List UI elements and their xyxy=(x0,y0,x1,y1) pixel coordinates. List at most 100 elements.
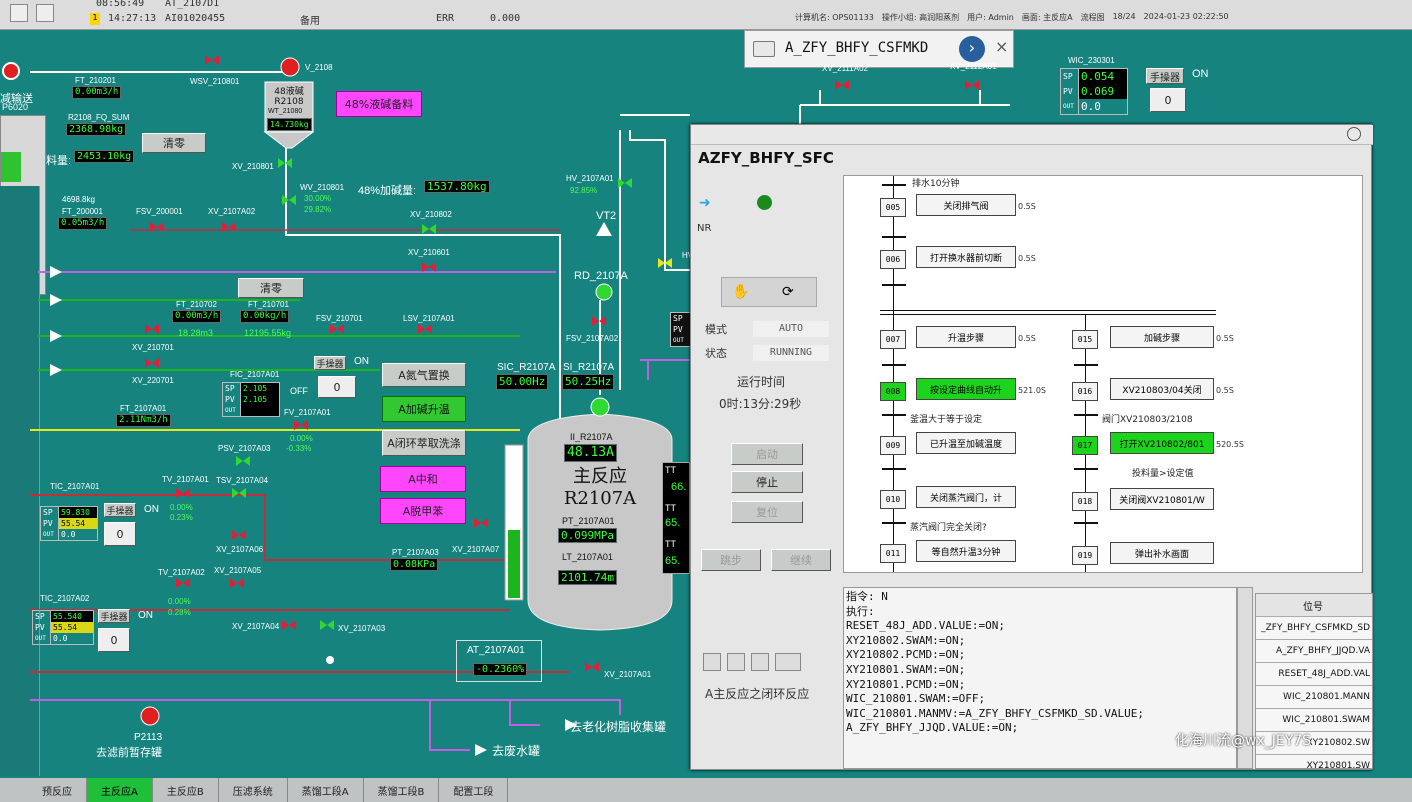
tic2-manual-input[interactable]: 0 xyxy=(98,628,130,652)
action-006[interactable]: 打开换水器前切断 xyxy=(916,246,1016,268)
reset-button[interactable]: 复位 xyxy=(731,501,803,523)
wic-manual-button[interactable]: 手操器 xyxy=(1146,68,1184,84)
step-017[interactable]: 017 xyxy=(1072,436,1098,455)
continue-button[interactable]: 继续 xyxy=(771,549,831,571)
action-016[interactable]: XV210803/04关闭 xyxy=(1110,378,1214,400)
valve-xv2111a02[interactable] xyxy=(835,80,849,90)
step-011[interactable]: 011 xyxy=(880,544,906,563)
valve-hv[interactable] xyxy=(658,258,672,268)
view-dropdown-icon[interactable] xyxy=(775,653,801,671)
fic-manual-button[interactable]: 手操器 xyxy=(314,356,346,370)
valve-xv210701[interactable] xyxy=(145,324,159,334)
valve-fsv200001[interactable] xyxy=(150,222,164,232)
alkali-heat-button[interactable]: A加碱升温 xyxy=(382,396,466,422)
tag-list-item[interactable]: XY210801.SW xyxy=(1256,755,1372,768)
tag-list-item[interactable]: _ZFY_BHFY_CSFMKD_SD xyxy=(1256,617,1372,640)
nav-tab[interactable]: 主反应A xyxy=(87,778,153,802)
step-006[interactable]: 006 xyxy=(880,250,906,269)
nav-tab[interactable]: 压滤系统 xyxy=(219,778,288,802)
valve-wv210801[interactable] xyxy=(282,195,296,205)
start-button[interactable]: 启动 xyxy=(731,443,803,465)
action-011[interactable]: 等自然升温3分钟 xyxy=(916,540,1016,562)
step-009[interactable]: 009 xyxy=(880,436,906,455)
valve-wsv210801[interactable] xyxy=(205,55,219,65)
action-009[interactable]: 已升温至加碱温度 xyxy=(916,432,1016,454)
print-icon[interactable] xyxy=(703,653,721,671)
step-019[interactable]: 019 xyxy=(1072,546,1098,565)
step-005[interactable]: 005 xyxy=(880,198,906,217)
action-018[interactable]: 关闭阀XV210801/W xyxy=(1110,488,1214,510)
trend-icon[interactable] xyxy=(727,653,745,671)
valve-lsv2107a01[interactable] xyxy=(418,324,432,334)
valve-xv210802[interactable] xyxy=(422,224,436,234)
fic2107a01-faceplate[interactable]: SP 2.105 PV 2.105 OUT xyxy=(222,382,280,417)
valve-fsv2107a02[interactable] xyxy=(592,316,606,326)
nitrogen-button[interactable]: A氮气置换 xyxy=(382,363,466,387)
valve-hv2107a01[interactable] xyxy=(618,178,632,188)
valve-xv2112a01[interactable] xyxy=(965,80,979,90)
step-015[interactable]: 015 xyxy=(1072,330,1098,349)
valve-xv210801[interactable] xyxy=(278,158,292,168)
val-pt2107a03: 0.08KPa xyxy=(390,558,439,571)
tag-list-item[interactable]: WIC_210801.MANN xyxy=(1256,686,1372,709)
clear-button-2[interactable]: 清零 xyxy=(238,278,304,298)
wic-manual-input[interactable]: 0 xyxy=(1150,88,1186,112)
step-010[interactable]: 010 xyxy=(880,490,906,509)
nav-tab[interactable]: 蒸馏工段B xyxy=(364,778,440,802)
tag-list-item[interactable]: WIC_210801.SWAM xyxy=(1256,709,1372,732)
tic2107a02-faceplate[interactable]: SP 55.540 PV 55.54 OUT 0.0 xyxy=(32,610,94,645)
action-008[interactable]: 按设定曲线自动升 xyxy=(916,378,1016,400)
zoom-icon[interactable] xyxy=(1347,127,1361,141)
valve-xv2107a02[interactable] xyxy=(222,222,236,232)
nav-tab[interactable]: 主反应B xyxy=(153,778,219,802)
tag-list-item[interactable]: RESET_48J_ADD.VAL xyxy=(1256,663,1372,686)
valve-xv2107a05[interactable] xyxy=(230,578,244,588)
action-019[interactable]: 弹出补水画面 xyxy=(1110,542,1214,564)
trans-3 xyxy=(882,284,906,286)
clear-button-1[interactable]: 清零 xyxy=(142,133,206,153)
wic230301-faceplate[interactable]: SP 0.054 PV 0.069 OUT 0.0 xyxy=(1060,68,1128,115)
tic1-manual-input[interactable]: 0 xyxy=(104,522,136,546)
fic-manual-input[interactable]: 0 xyxy=(318,376,356,398)
action-010[interactable]: 关闭蒸汽阀门，计 xyxy=(916,486,1016,508)
step-007[interactable]: 007 xyxy=(880,330,906,349)
valve-fv2107a01[interactable] xyxy=(294,420,308,430)
neutralize-button[interactable]: A中和 xyxy=(380,466,466,492)
valve-tv2107a02[interactable] xyxy=(176,578,190,588)
config-icon[interactable] xyxy=(751,653,769,671)
step-018[interactable]: 018 xyxy=(1072,492,1098,511)
valve-tv2107a01[interactable] xyxy=(176,488,190,498)
cond-2: 阀门XV210803/2108 xyxy=(1102,415,1193,425)
closed-extract-button[interactable]: A闭环萃取洗涤 xyxy=(382,430,466,456)
tic2107a01-faceplate[interactable]: SP 59.830 PV 55.54 OUT 0.0 xyxy=(40,506,98,541)
refresh-icon[interactable]: ⟳ xyxy=(782,284,794,300)
tic1-manual-button[interactable]: 手操器 xyxy=(104,503,136,517)
valve-tsv2107a04[interactable] xyxy=(232,488,246,498)
action-017[interactable]: 打开XV210802/801 xyxy=(1110,432,1214,454)
valve-xv2107a07[interactable] xyxy=(474,518,488,528)
jump-button[interactable]: 跳步 xyxy=(701,549,761,571)
detoluene-button[interactable]: A脱甲苯 xyxy=(380,498,466,524)
tic2-manual-button[interactable]: 手操器 xyxy=(98,609,130,623)
tag-lt2107a01: LT_2107A01 xyxy=(562,552,613,562)
action-005[interactable]: 关闭排气阀 xyxy=(916,194,1016,216)
valve-psv2107a03[interactable] xyxy=(236,456,250,466)
prep48-button[interactable]: 48%液碱备料 xyxy=(336,91,422,117)
stop-button[interactable]: 停止 xyxy=(731,471,803,493)
valve-xv2107a04[interactable] xyxy=(282,620,296,630)
action-015[interactable]: 加碱步骤 xyxy=(1110,326,1214,348)
action-007[interactable]: 升温步骤 xyxy=(916,326,1016,348)
valve-xv2107a01[interactable] xyxy=(585,662,599,672)
nav-tab[interactable]: 配置工段 xyxy=(439,778,509,802)
nav-tab[interactable]: 预反应 xyxy=(28,778,87,802)
valve-xv220701[interactable] xyxy=(145,358,159,368)
step-016[interactable]: 016 xyxy=(1072,382,1098,401)
step-008[interactable]: 008 xyxy=(880,382,906,401)
tag-list-item[interactable]: A_ZFY_BHFY_JJQD.VA xyxy=(1256,640,1372,663)
nav-tab[interactable]: 蒸馏工段A xyxy=(288,778,364,802)
valve-xv2107a06[interactable] xyxy=(232,530,246,540)
valve-fsv210701[interactable] xyxy=(330,324,344,334)
hand-icon[interactable]: ✋ xyxy=(732,284,749,300)
valve-xv2107a03[interactable] xyxy=(320,620,334,630)
valve-xv210601[interactable] xyxy=(422,262,436,272)
